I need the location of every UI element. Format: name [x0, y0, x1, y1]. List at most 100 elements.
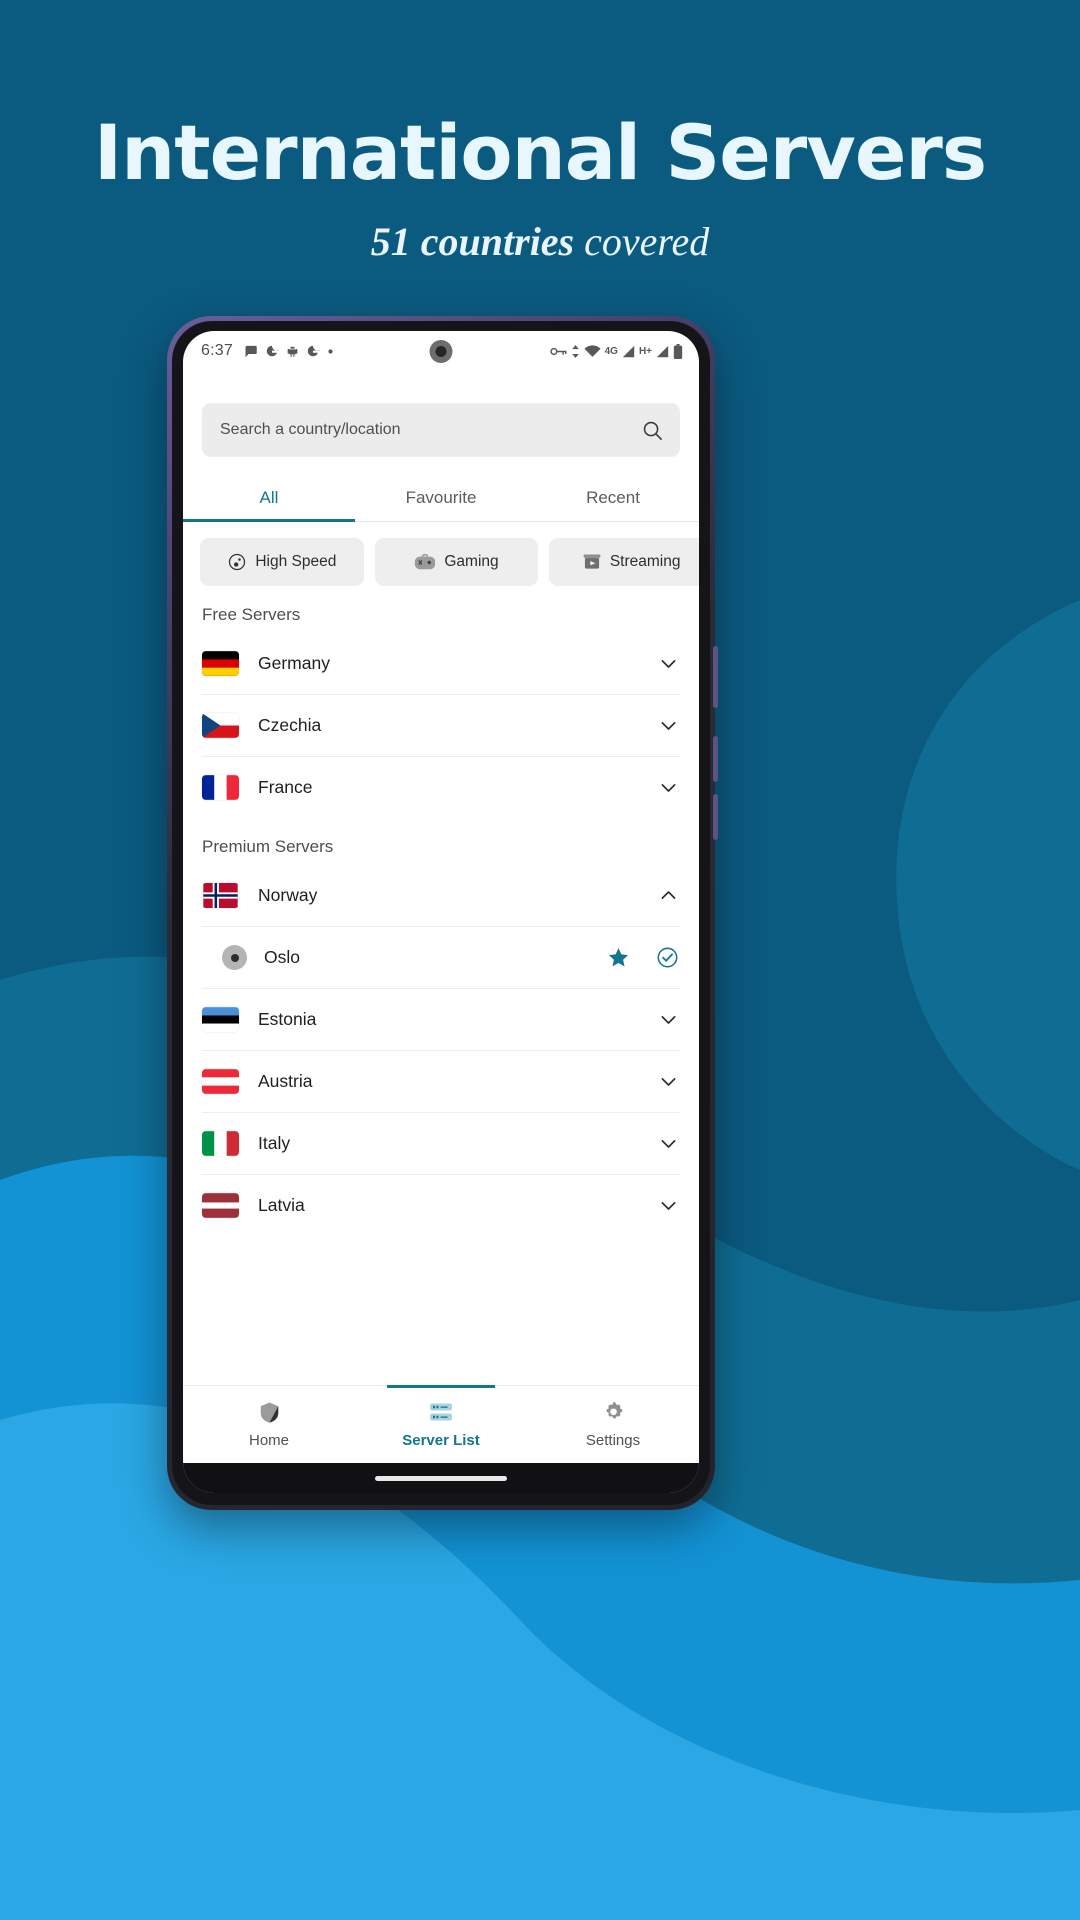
section-header-free-servers: Free Servers: [202, 605, 301, 624]
google-icon: [307, 345, 320, 357]
phone-screen: 6:37 4G H+ Search a country/location All…: [183, 331, 699, 1493]
flag-de: [202, 651, 239, 676]
country-name: Latvia: [258, 1195, 305, 1215]
nav-settings[interactable]: Settings: [527, 1400, 699, 1449]
chevron-down-icon[interactable]: [658, 1071, 679, 1092]
wifi-icon: [584, 344, 601, 357]
google-icon: [266, 345, 279, 357]
camera-punch-hole: [429, 340, 453, 363]
phone-bezel: 6:37 4G H+ Search a country/location All…: [172, 321, 710, 1505]
bottom-navigation: Home Server List Settings: [183, 1385, 699, 1463]
chevron-down-icon[interactable]: [658, 777, 679, 798]
flag-it: [202, 1131, 239, 1156]
chevron-down-icon[interactable]: [658, 1009, 679, 1030]
table-row[interactable]: Norway: [183, 865, 699, 926]
list-item[interactable]: Oslo: [183, 927, 699, 988]
filter-tabs: All Favourite Recent: [183, 475, 699, 522]
row-actions: [658, 1133, 679, 1154]
flag-at: [202, 1069, 239, 1094]
search-section: Search a country/location: [183, 371, 699, 457]
dot-icon: [328, 348, 333, 354]
row-actions: [658, 1195, 679, 1216]
location-dot-icon: [222, 945, 247, 970]
city-name: Oslo: [264, 947, 300, 967]
promo-subtitle-highlight: 51 countries: [370, 219, 575, 264]
status-bar-notification-icons: [243, 344, 334, 359]
chip-label: Gaming: [444, 553, 499, 570]
promo-title: International Servers: [93, 108, 987, 197]
row-actions: [658, 777, 679, 798]
country-name: Czechia: [258, 715, 322, 735]
nav-label: Settings: [585, 1432, 641, 1449]
server-list[interactable]: Free Servers Germany Czechia France Prem…: [183, 586, 699, 1385]
star-filled-icon[interactable]: [607, 946, 630, 969]
status-bar: 6:37 4G H+: [183, 331, 699, 371]
table-row[interactable]: Italy: [183, 1113, 699, 1174]
volume-down-button[interactable]: [713, 794, 718, 840]
streaming-tv-icon: [583, 554, 601, 569]
section-header-premium-servers: Premium Servers: [202, 837, 334, 856]
volume-up-button[interactable]: [713, 736, 718, 782]
nav-label: Home: [248, 1432, 289, 1449]
phone-mockup: 6:37 4G H+ Search a country/location All…: [167, 316, 718, 1510]
nav-server-list[interactable]: Server List: [355, 1400, 527, 1449]
nav-home[interactable]: Home: [183, 1400, 355, 1449]
row-actions: [658, 653, 679, 674]
tab-all[interactable]: All: [183, 475, 355, 522]
flag-ee: [202, 1007, 239, 1032]
promo-subtitle: 51 countries covered: [0, 218, 1080, 265]
search-input[interactable]: Search a country/location: [202, 403, 680, 457]
data-transfer-icon: [571, 344, 579, 358]
chevron-down-icon[interactable]: [658, 653, 679, 674]
signal-bars-icon: [622, 345, 635, 357]
search-placeholder: Search a country/location: [220, 421, 401, 438]
chevron-up-icon[interactable]: [658, 885, 679, 906]
table-row[interactable]: France: [183, 757, 699, 818]
flag-fr: [202, 775, 239, 800]
tab-recent[interactable]: Recent: [527, 475, 699, 521]
table-row[interactable]: Austria: [183, 1051, 699, 1112]
row-actions: [658, 885, 679, 906]
status-bar-clock: 6:37: [201, 342, 233, 359]
chip-label: Streaming: [609, 553, 681, 570]
chip-label: High Speed: [255, 553, 337, 570]
gesture-navigation-bar[interactable]: [183, 1463, 699, 1493]
gesture-pill[interactable]: [375, 1475, 507, 1481]
country-name: Austria: [258, 1071, 313, 1091]
flag-lv: [202, 1193, 239, 1218]
vpn-key-icon: [549, 347, 567, 355]
table-row[interactable]: Estonia: [183, 989, 699, 1050]
network-type-label: 4G: [604, 345, 618, 357]
table-row[interactable]: Czechia: [183, 695, 699, 756]
chip-streaming[interactable]: Streaming: [549, 538, 699, 586]
row-actions: [607, 946, 679, 969]
category-chips: High Speed Gaming Streaming: [183, 522, 699, 586]
check-circle-icon[interactable]: [656, 946, 679, 969]
chip-gaming[interactable]: Gaming: [374, 538, 539, 586]
network-type-label-2: H+: [638, 345, 652, 357]
android-icon: [287, 346, 298, 357]
flag-cz: [202, 713, 239, 738]
chevron-down-icon[interactable]: [658, 715, 679, 736]
search-icon[interactable]: [641, 419, 664, 442]
chevron-down-icon[interactable]: [658, 1195, 679, 1216]
signal-bars-icon: [656, 345, 669, 357]
chevron-down-icon[interactable]: [658, 1133, 679, 1154]
battery-icon: [673, 343, 683, 359]
power-button[interactable]: [713, 646, 718, 708]
country-name: France: [258, 777, 313, 797]
country-name: Estonia: [258, 1009, 317, 1029]
shield-icon: [260, 1402, 278, 1423]
flag-no: [202, 883, 239, 908]
chip-high-speed[interactable]: High Speed: [200, 538, 364, 586]
nav-label: Server List: [402, 1432, 480, 1449]
table-row[interactable]: Latvia: [183, 1175, 699, 1236]
status-bar-system-icons: 4G H+: [549, 343, 683, 359]
gamepad-icon: [415, 553, 436, 569]
promo-subtitle-rest: covered: [574, 219, 710, 264]
country-name: Germany: [258, 653, 330, 673]
tab-favourite[interactable]: Favourite: [355, 475, 527, 521]
table-row[interactable]: Germany: [183, 633, 699, 694]
chat-bubble-icon: [245, 345, 257, 357]
speedometer-icon: [229, 553, 246, 571]
